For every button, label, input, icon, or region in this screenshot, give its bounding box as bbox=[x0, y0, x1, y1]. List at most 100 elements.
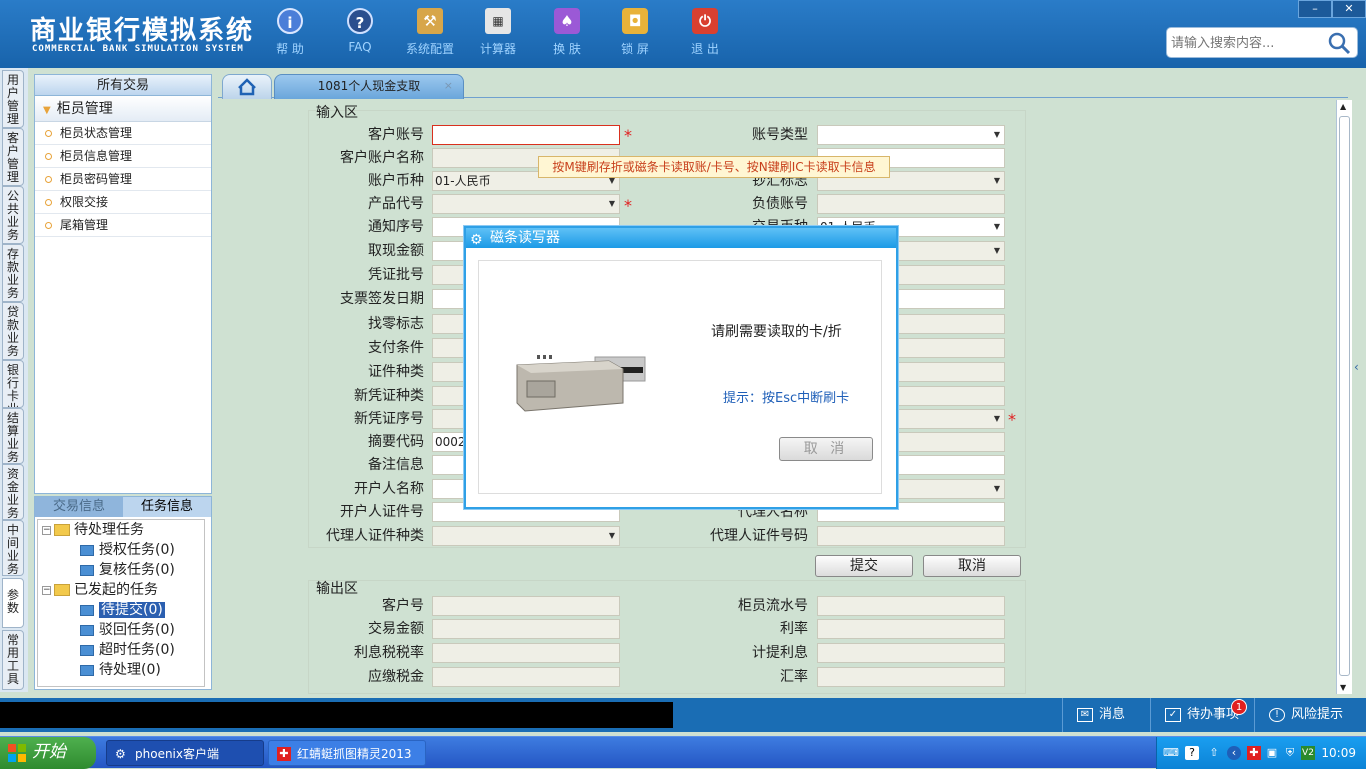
dialog-cancel-button[interactable]: 取 消 bbox=[779, 437, 873, 461]
tree-rejected-tasks[interactable]: 驳回任务(0) bbox=[80, 620, 175, 640]
dropdown-arrow-icon[interactable]: ▼ bbox=[994, 480, 1000, 498]
input-field[interactable] bbox=[432, 643, 620, 663]
input-field[interactable]: ▼ bbox=[432, 194, 620, 214]
tree-to-submit[interactable]: 待提交(0) bbox=[80, 600, 165, 620]
start-label: 开始 bbox=[32, 742, 66, 762]
help-tray-icon[interactable]: ? bbox=[1185, 746, 1199, 760]
calculator-button[interactable]: ▦ 计算器 bbox=[468, 8, 528, 57]
vtab-customer-management[interactable]: 客户管理 bbox=[2, 128, 24, 186]
tree-review-tasks[interactable]: 复核任务(0) bbox=[80, 560, 175, 580]
all-transactions-header[interactable]: 所有交易 bbox=[35, 75, 211, 96]
v2-tray-icon[interactable]: V2 bbox=[1301, 746, 1315, 760]
tree-pending-tasks[interactable]: − 待处理任务 bbox=[42, 520, 144, 540]
field-label: 通知序号 bbox=[368, 219, 424, 235]
input-field[interactable] bbox=[817, 667, 1005, 687]
input-field[interactable] bbox=[432, 619, 620, 639]
vtab-loan-business[interactable]: 贷款业务 bbox=[2, 302, 24, 360]
vtab-public-business[interactable]: 公共业务 bbox=[2, 186, 24, 244]
input-field[interactable]: ▼ bbox=[432, 526, 620, 546]
dropdown-arrow-icon[interactable]: ▼ bbox=[609, 527, 615, 545]
input-field[interactable] bbox=[432, 667, 620, 687]
tree-auth-tasks[interactable]: 授权任务(0) bbox=[80, 540, 175, 560]
tree-timeout-tasks[interactable]: 超时任务(0) bbox=[80, 640, 175, 660]
menu-item-teller-info[interactable]: 柜员信息管理 bbox=[35, 145, 211, 168]
field-label: 利息税税率 bbox=[354, 645, 424, 661]
tree-initiated-tasks[interactable]: − 已发起的任务 bbox=[42, 580, 158, 600]
field-label: 新凭证种类 bbox=[354, 388, 424, 404]
teller-management-group[interactable]: ▼ 柜员管理 bbox=[35, 96, 211, 122]
taskbar-screenshot-tool[interactable]: ✚ 红蜻蜓抓图精灵2013 bbox=[268, 740, 426, 766]
scroll-thumb[interactable] bbox=[1339, 116, 1350, 676]
vtab-fund-business[interactable]: 资金业务 bbox=[2, 464, 24, 520]
vtab-common-tools[interactable]: 常用工具 bbox=[2, 630, 24, 690]
field-label: 新凭证序号 bbox=[354, 411, 424, 427]
scroll-up-icon[interactable]: ▲ bbox=[1340, 102, 1346, 111]
shield-tray-icon[interactable]: ⛨ bbox=[1283, 746, 1297, 760]
envelope-icon: ✉ bbox=[1077, 707, 1093, 722]
messages-button[interactable]: ✉ 消息 bbox=[1062, 698, 1150, 732]
input-field[interactable] bbox=[817, 596, 1005, 616]
skin-button[interactable]: ♠ 换 肤 bbox=[537, 8, 597, 57]
menu-item-teller-password[interactable]: 柜员密码管理 bbox=[35, 168, 211, 191]
dropdown-arrow-icon[interactable]: ▼ bbox=[994, 410, 1000, 428]
dropdown-arrow-icon[interactable]: ▼ bbox=[994, 172, 1000, 190]
menu-item-teller-status[interactable]: 柜员状态管理 bbox=[35, 122, 211, 145]
dropdown-arrow-icon[interactable]: ▼ bbox=[994, 126, 1000, 144]
tab-task-info[interactable]: 任务信息 bbox=[123, 497, 211, 517]
right-panel-toggle[interactable]: ‹ bbox=[1354, 360, 1364, 410]
scroll-down-icon[interactable]: ▼ bbox=[1340, 683, 1346, 692]
tab-cash-withdrawal[interactable]: 1081个人现金支取 × bbox=[274, 74, 464, 99]
bullet-icon bbox=[45, 199, 52, 206]
taskbar-phoenix-client[interactable]: ⚙ phoenix客户端 bbox=[106, 740, 264, 766]
menu-item-tail-box[interactable]: 尾箱管理 bbox=[35, 214, 211, 237]
input-field[interactable] bbox=[817, 619, 1005, 639]
dialog-title-bar[interactable]: ⚙ 磁条读写器 bbox=[466, 228, 896, 248]
submit-button[interactable]: 提交 bbox=[815, 555, 913, 577]
lock-screen-button[interactable]: ◘ 锁 屏 bbox=[605, 8, 665, 57]
close-window-button[interactable]: ✕ bbox=[1332, 0, 1366, 18]
search-input[interactable] bbox=[1171, 34, 1321, 52]
dropdown-arrow-icon[interactable]: ▼ bbox=[609, 195, 615, 213]
dropdown-arrow-icon[interactable]: ▼ bbox=[994, 218, 1000, 236]
minimize-button[interactable]: – bbox=[1298, 0, 1332, 18]
dropdown-arrow-icon[interactable]: ▼ bbox=[994, 242, 1000, 260]
home-tab[interactable] bbox=[222, 74, 272, 99]
app-title: 商业银行模拟系统 bbox=[30, 16, 255, 46]
dialog-message: 请刷需要读取的卡/折 bbox=[711, 324, 842, 340]
input-field[interactable] bbox=[432, 125, 620, 145]
risk-alert-button[interactable]: ! 风险提示 bbox=[1254, 698, 1366, 732]
cancel-button[interactable]: 取消 bbox=[923, 555, 1021, 577]
vtab-intermediary-business[interactable]: 中间业务 bbox=[2, 520, 24, 576]
screenshot-tray-icon[interactable]: ✚ bbox=[1247, 746, 1261, 760]
vtab-user-management[interactable]: 用户管理 bbox=[2, 70, 24, 128]
network-icon[interactable]: ▣ bbox=[1265, 746, 1279, 760]
back-arrow-icon[interactable]: ‹ bbox=[1227, 746, 1241, 760]
folder-icon bbox=[54, 524, 70, 536]
tab-transaction-info[interactable]: 交易信息 bbox=[35, 497, 123, 517]
help-button[interactable]: i 帮 助 bbox=[260, 8, 320, 57]
vertical-scrollbar[interactable]: ▲ ▼ bbox=[1336, 100, 1352, 694]
search-button[interactable] bbox=[1327, 31, 1351, 55]
tab-close-icon[interactable]: × bbox=[444, 75, 453, 97]
start-button[interactable]: 开始 bbox=[0, 737, 96, 769]
vtab-settlement-business[interactable]: 结算业务 bbox=[2, 408, 24, 464]
task-icon bbox=[80, 544, 94, 556]
input-field[interactable]: ▼ bbox=[817, 125, 1005, 145]
faq-button[interactable]: ? FAQ bbox=[330, 8, 390, 54]
menu-item-permission-handover[interactable]: 权限交接 bbox=[35, 191, 211, 214]
keyboard-icon[interactable]: ⌨ bbox=[1163, 746, 1179, 760]
input-field[interactable] bbox=[817, 194, 1005, 214]
vtab-deposit-business[interactable]: 存款业务 bbox=[2, 244, 24, 302]
field-label: 应缴税金 bbox=[368, 669, 424, 685]
dialog-title: 磁条读写器 bbox=[490, 230, 560, 246]
system-config-button[interactable]: ⚒ 系统配置 bbox=[400, 8, 460, 57]
input-method-icon[interactable]: ⇧ bbox=[1207, 746, 1221, 760]
input-field[interactable] bbox=[817, 526, 1005, 546]
tree-to-process[interactable]: 待处理(0) bbox=[80, 660, 161, 680]
field-label: 备注信息 bbox=[368, 457, 424, 473]
input-field[interactable] bbox=[817, 643, 1005, 663]
input-field[interactable] bbox=[432, 596, 620, 616]
exit-button[interactable]: ⏻ 退 出 bbox=[675, 8, 735, 57]
vtab-parameters[interactable]: 参数 bbox=[2, 578, 24, 628]
vtab-bank-card-business[interactable]: 银行卡业务 bbox=[2, 360, 24, 408]
